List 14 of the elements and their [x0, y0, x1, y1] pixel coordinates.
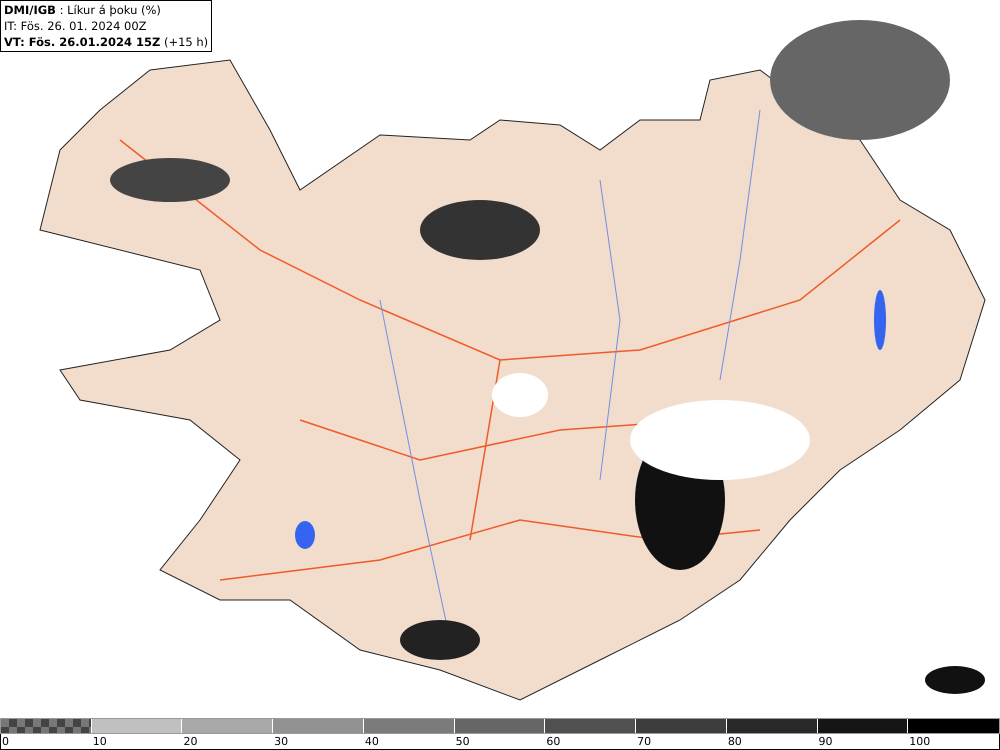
- header-text: DMI/IGB : Líkur á þoku (%): [4, 2, 162, 18]
- header-text: IT: Fös. 26. 01. 2024 00Z: [4, 18, 148, 34]
- legend-label: 10: [92, 735, 107, 748]
- legend-label: 60: [546, 735, 560, 748]
- legend-label: 90: [818, 735, 833, 748]
- legend-label: 40: [364, 735, 379, 748]
- legend-label: 80: [728, 735, 742, 748]
- legend-label: 0: [2, 735, 9, 748]
- legend-label: 70: [637, 735, 652, 748]
- header-text: VT: Fös. 26.01.2024 15Z (+15 h): [4, 34, 208, 50]
- legend-label: 50: [456, 735, 470, 748]
- legend-label: 20: [183, 735, 198, 748]
- legend-label: 100: [909, 735, 930, 748]
- legend-label: 30: [274, 735, 288, 748]
